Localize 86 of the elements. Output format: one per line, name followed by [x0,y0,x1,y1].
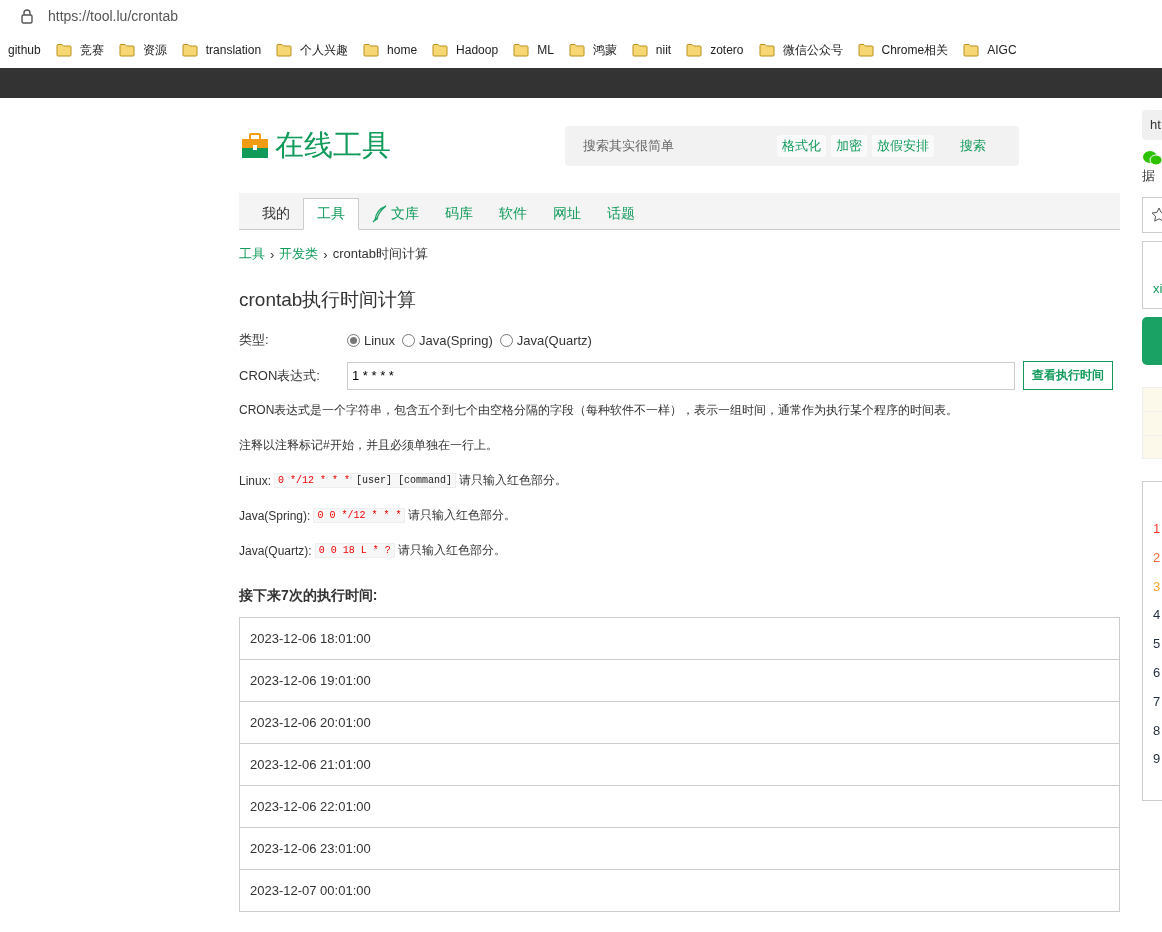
quick-link[interactable]: 格式化 [777,134,826,157]
breadcrumb-link[interactable]: 开发类 [279,245,319,263]
quick-link[interactable]: 加密 [831,134,867,157]
folder-icon [568,43,585,57]
radio-option[interactable]: Java(Quartz) [499,332,592,348]
result-row: 2023-12-06 22:01:00 [240,785,1119,827]
lock-icon [20,8,34,24]
rank-number: 1 [1153,520,1162,538]
folder-icon [55,43,72,57]
folder-icon [432,43,449,57]
nav-tab[interactable]: 工具 [303,198,359,230]
hint-text: 请只输入红色部分。 [397,542,506,559]
bookmark[interactable]: github [8,43,41,57]
field-label: CRON表达式: [239,366,321,385]
bookmark[interactable]: niit [631,43,672,57]
code-sample: 0 0 18 L * ? [314,543,395,558]
radio-label: Linux [364,332,396,348]
bookmark[interactable]: Chrome相关 [857,41,949,59]
folder-icon [118,43,135,57]
folder-icon [686,43,703,57]
field-label: 类型: [239,331,270,349]
search-field[interactable]: 搜索其实很简单 [581,137,772,154]
quick-link[interactable]: 放假安排 [872,134,934,157]
description-text: 注释以注释标记#开始，并且必须单独在一行上。 [239,437,499,454]
bookmark[interactable]: AIGC [963,43,1017,57]
folder-icon [857,43,874,57]
example-label: Java(Spring): [239,508,311,523]
folder-icon [513,43,530,57]
radio-label: Java(Quartz) [516,332,592,348]
folder-icon [276,43,293,57]
radio-option[interactable]: Java(Spring) [402,332,493,348]
rank-number: 6 [1153,664,1162,682]
rank-number: 8 [1153,721,1162,740]
rank-number: 9 [1153,750,1162,769]
chat-icon [1142,150,1162,166]
result-row: 2023-12-06 21:01:00 [240,743,1119,785]
rank-number: 3 [1153,577,1162,596]
bookmark[interactable]: 个人兴趣 [276,41,349,59]
author-link[interactable]: xi [1153,281,1162,296]
rank-number: 4 [1153,606,1162,625]
site-logo[interactable]: 在线工具 [275,125,391,166]
cron-input-field[interactable]: 1 * * * * [347,361,1015,390]
url-text[interactable]: https://tool.lu/crontab [48,8,178,24]
nav-tab[interactable]: 我的 [249,199,303,229]
rank-number: 2 [1153,548,1162,567]
hint-text: 请只输入红色部分。 [408,507,517,524]
breadcrumb-separator: › [323,246,328,262]
folder-icon [963,43,980,57]
page-title: crontab执行时间计算 [239,288,418,312]
section-heading: 接下来7次的执行时间: [239,587,379,605]
breadcrumb-separator: › [270,246,275,262]
radio-label: Java(Spring) [419,332,493,348]
code-sample: 0 0 */12 * * * [313,508,406,523]
rank-number: 5 [1153,635,1162,654]
breadcrumb-link[interactable]: 工具 [239,245,265,263]
folder-icon [181,43,198,57]
bookmark[interactable]: translation [181,43,262,57]
bookmark[interactable]: 微信公众号 [758,41,843,59]
bookmark[interactable]: Hadoop [432,43,499,57]
toolbox-icon [241,132,269,159]
result-row: 2023-12-06 23:01:00 [240,827,1119,869]
example-label: Linux: [239,473,272,488]
result-row: 2023-12-06 20:01:00 [240,701,1119,743]
code-sample: 0 */12 * * * [user] [command] [274,473,457,488]
folder-icon [363,43,380,57]
bookmark[interactable]: 鸿蒙 [568,41,617,59]
submit-button[interactable]: 查看执行时间 [1023,361,1113,390]
bookmark[interactable]: 资源 [118,41,167,59]
folder-icon [758,43,775,57]
hint-text: 请只输入红色部分。 [459,472,568,489]
bookmark[interactable]: 竞赛 [55,41,104,59]
radio-option[interactable]: Linux [347,332,396,348]
url-box: ht [1142,110,1162,140]
description-text: CRON表达式是一个字符串，包含五个到七个由空格分隔的字段（每种软件不一样），表示一组时间，通常作为执行某个程序的时间表。 [239,402,960,419]
result-row: 2023-12-07 00:01:00 [240,869,1119,911]
bookmark[interactable]: home [363,43,418,57]
rank-number: 7 [1153,692,1162,711]
result-row-text: 2023-12-06 18:01:00 [249,630,372,648]
result-row: 2023-12-06 19:01:00 [240,659,1119,701]
share-text: 据 [1142,167,1156,185]
breadcrumb-current: crontab时间计算 [332,245,429,263]
bookmark[interactable]: ML [513,43,554,57]
folder-icon [631,43,648,57]
example-label: Java(Quartz): [239,543,312,558]
feather-icon [372,205,388,223]
bookmark[interactable]: zotero [686,43,744,57]
